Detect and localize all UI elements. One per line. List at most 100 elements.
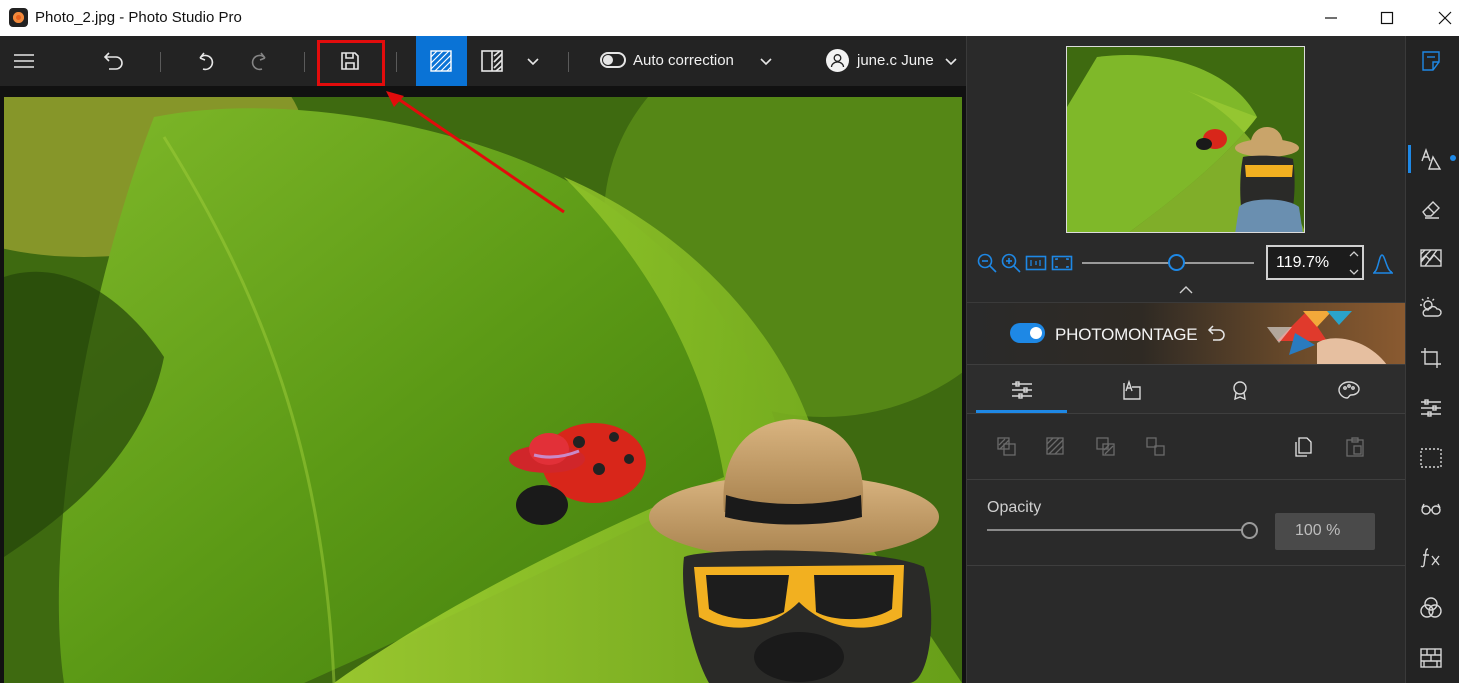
bring-to-front-button[interactable] <box>994 434 1020 460</box>
adjust-icon <box>1421 399 1441 417</box>
zoom-in-button[interactable] <box>1000 252 1022 274</box>
undo-button[interactable] <box>190 36 222 86</box>
glasses-icon <box>1421 503 1441 515</box>
split-view-button[interactable] <box>478 36 506 86</box>
photomontage-toggle[interactable] <box>1010 323 1045 343</box>
fit-to-window-button[interactable] <box>1051 252 1073 274</box>
send-backward-button[interactable] <box>1093 434 1119 460</box>
arrange-back-icon <box>1146 437 1165 456</box>
auto-correction-label: Auto correction <box>633 52 734 69</box>
tab-adjustments[interactable] <box>967 365 1076 414</box>
opacity-slider-handle[interactable] <box>1240 522 1258 539</box>
tab-badge[interactable] <box>1185 365 1294 414</box>
tool-crop[interactable] <box>1417 344 1445 372</box>
app-logo-icon <box>9 8 28 27</box>
view-options-dropdown[interactable] <box>522 36 544 86</box>
chevron-down-icon <box>760 58 772 66</box>
paste-button[interactable] <box>1342 434 1368 460</box>
panel-divider <box>967 565 1405 566</box>
photomontage-tabs <box>967 364 1405 414</box>
badge-icon <box>1232 380 1247 400</box>
tab-text[interactable] <box>1076 365 1185 414</box>
tool-adjust[interactable] <box>1417 394 1445 422</box>
back-button[interactable] <box>98 36 130 86</box>
chevron-down-icon <box>945 58 957 66</box>
arrange-front-icon <box>997 437 1016 456</box>
tool-brick[interactable] <box>1417 644 1445 672</box>
opacity-value[interactable]: 100 % <box>1295 522 1340 540</box>
tool-shapes[interactable] <box>1417 145 1445 173</box>
hamburger-menu-icon <box>14 54 34 68</box>
tool-weather[interactable] <box>1417 294 1445 322</box>
fx-icon <box>1420 548 1440 568</box>
crop-icon <box>1421 348 1441 368</box>
maximize-button[interactable] <box>1364 0 1410 36</box>
user-menu-dropdown[interactable] <box>940 36 962 86</box>
zoom-value[interactable]: 119.7% <box>1276 254 1329 272</box>
zoom-stepper[interactable] <box>1347 248 1361 278</box>
collapse-navigator-chevron-up-icon[interactable] <box>1178 284 1194 296</box>
menu-button[interactable] <box>8 36 40 86</box>
tool-color-mix[interactable] <box>1417 594 1445 622</box>
maximize-icon <box>1380 11 1394 25</box>
palette-icon <box>1337 380 1360 399</box>
arrange-forward-icon <box>1046 437 1064 455</box>
undo-icon <box>199 52 214 71</box>
bring-forward-button[interactable] <box>1043 434 1069 460</box>
close-icon <box>1438 11 1452 25</box>
tab-effects[interactable] <box>1294 365 1403 414</box>
single-view-icon <box>430 50 452 72</box>
opacity-slider-track[interactable] <box>987 529 1249 531</box>
shapes-icon <box>1421 147 1442 170</box>
zoom-slider-handle[interactable] <box>1168 254 1186 271</box>
zoom-in-icon <box>1001 253 1021 273</box>
reset-photomontage-icon[interactable] <box>1207 323 1227 343</box>
color-mix-icon <box>1420 597 1442 618</box>
chevron-down-icon <box>1349 269 1359 275</box>
auto-correction-toggle[interactable] <box>600 52 626 68</box>
chevron-down-icon <box>527 58 539 66</box>
layer-tools-row <box>967 414 1405 480</box>
one-to-one-icon <box>1025 255 1047 271</box>
photomontage-title: PHOTOMONTAGE <box>1055 325 1198 344</box>
copy-icon <box>1295 437 1312 457</box>
single-view-button[interactable] <box>416 36 467 86</box>
red-arrow-annotation <box>386 91 565 214</box>
tool-eraser[interactable] <box>1417 195 1445 223</box>
tool-glasses[interactable] <box>1417 494 1445 522</box>
fit-screen-icon <box>1051 255 1073 271</box>
weather-icon <box>1420 297 1442 317</box>
zoom-out-button[interactable] <box>976 252 998 274</box>
minimize-icon <box>1325 17 1337 19</box>
auto-correction-dropdown[interactable] <box>755 36 777 86</box>
active-tool-indicator <box>1408 145 1411 173</box>
send-to-back-button[interactable] <box>1143 434 1169 460</box>
opacity-label: Opacity <box>987 499 1042 516</box>
text-frame-icon <box>1122 379 1141 400</box>
close-button[interactable] <box>1422 0 1459 36</box>
tool-edit[interactable] <box>1417 47 1445 75</box>
active-tool-dot <box>1450 155 1456 161</box>
actual-size-button[interactable] <box>1025 252 1047 274</box>
tool-texture[interactable] <box>1417 244 1445 272</box>
avatar[interactable] <box>826 49 849 72</box>
tool-selection[interactable] <box>1417 444 1445 472</box>
active-tab-indicator <box>976 410 1067 413</box>
texture-icon <box>1420 249 1442 267</box>
paste-icon <box>1346 437 1364 457</box>
redo-button[interactable] <box>243 36 275 86</box>
histogram-icon[interactable] <box>1372 252 1394 274</box>
minimize-button[interactable] <box>1308 0 1354 36</box>
user-name[interactable]: june.c June <box>857 52 934 69</box>
navigator-thumbnail[interactable] <box>1066 46 1305 233</box>
chevron-up-icon <box>1349 251 1359 257</box>
thumbnail-image <box>1067 47 1304 232</box>
window-title: Photo_2.jpg - Photo Studio Pro <box>35 9 242 26</box>
copy-button[interactable] <box>1291 434 1317 460</box>
arrange-backward-icon <box>1096 437 1115 456</box>
tool-fx[interactable] <box>1417 543 1445 571</box>
title-bar: Photo_2.jpg - Photo Studio Pro <box>0 0 1459 36</box>
save-highlight-box <box>317 40 385 86</box>
back-arrow-icon <box>103 52 123 70</box>
split-view-icon <box>481 50 503 72</box>
